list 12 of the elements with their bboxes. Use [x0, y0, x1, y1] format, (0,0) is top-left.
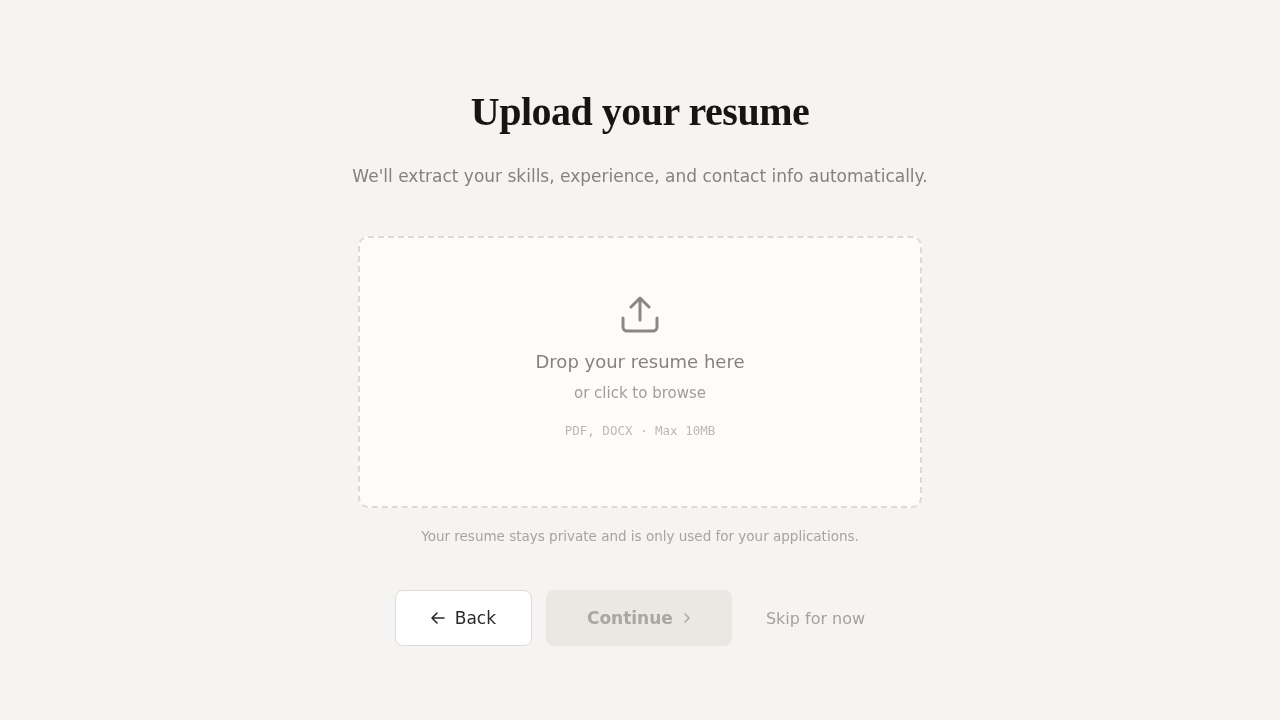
upload-icon [620, 296, 660, 334]
page-title: Upload your resume [470, 88, 810, 136]
chevron-right-icon [682, 612, 691, 624]
upload-dropzone[interactable]: Drop your resume here or click to browse PDF, DOCX · Max 10MB [358, 236, 922, 508]
page-subtitle: We'll extract your skills, experience, and contact info automatically. [352, 165, 928, 188]
skip-link[interactable]: Skip for now [745, 590, 886, 646]
privacy-note: Your resume stays private and is only used for your applications. [421, 527, 859, 546]
browse-hint: or click to browse [573, 383, 707, 403]
left-arrow-icon [430, 612, 445, 624]
back-button[interactable]: Back [394, 590, 532, 646]
file-format-note: PDF, DOCX · Max 10MB [564, 423, 716, 439]
dropzone-heading: Drop your resume here [535, 350, 745, 374]
